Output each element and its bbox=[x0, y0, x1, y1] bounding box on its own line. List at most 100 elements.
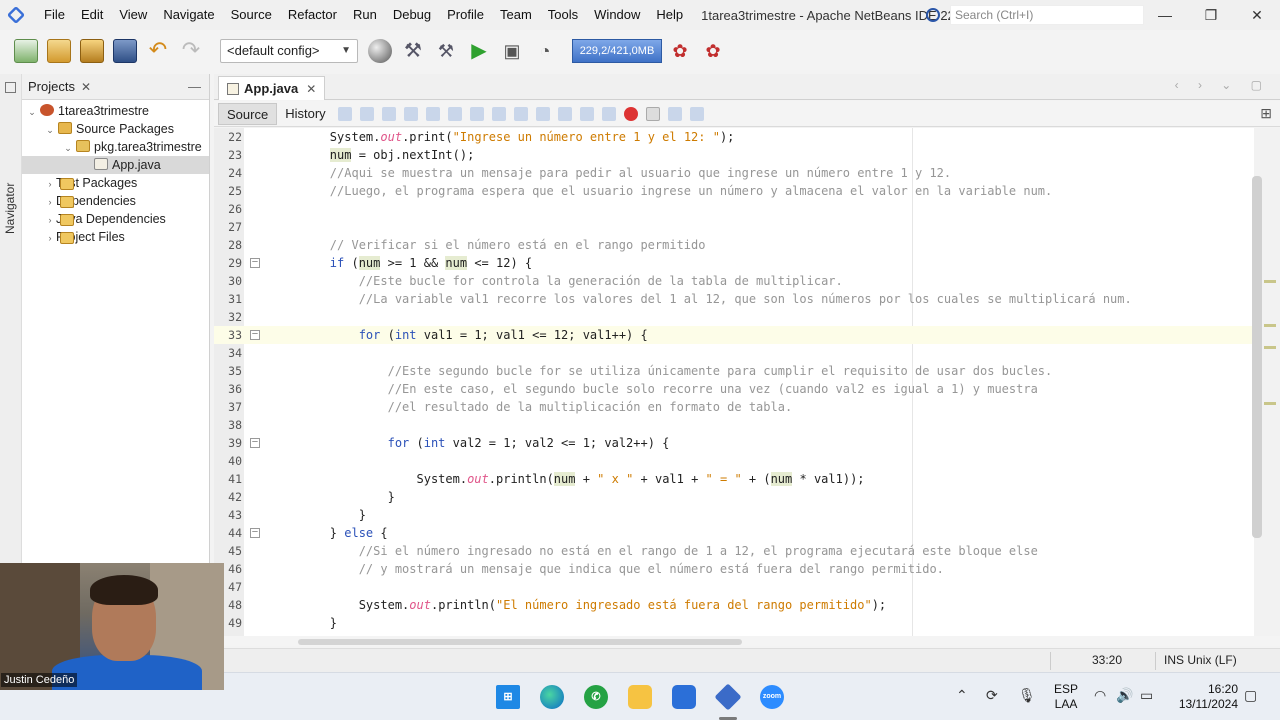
error-stripe-mark[interactable] bbox=[1264, 346, 1276, 349]
comment-icon[interactable] bbox=[667, 106, 682, 121]
find-next-icon[interactable] bbox=[447, 106, 462, 121]
code-line[interactable]: 34 bbox=[214, 344, 1254, 362]
tree-node[interactable]: ⌄ Source Packages bbox=[22, 120, 209, 138]
profile-project-icon[interactable]: ◔ bbox=[533, 39, 557, 63]
code-line[interactable]: 42 } bbox=[214, 488, 1254, 506]
toggle-rectangular-selection-icon[interactable] bbox=[491, 106, 506, 121]
restore-window-icon[interactable] bbox=[5, 82, 16, 93]
code-line[interactable]: 33– for (int val1 = 1; val1 <= 12; val1+… bbox=[214, 326, 1254, 344]
expand-closed-icon[interactable]: › bbox=[44, 193, 56, 211]
menu-item-refactor[interactable]: Refactor bbox=[280, 0, 345, 30]
file-explorer-icon[interactable] bbox=[628, 685, 652, 709]
code-line[interactable]: 43 } bbox=[214, 506, 1254, 524]
shift-left-icon[interactable] bbox=[579, 106, 594, 121]
code-line[interactable]: 30 //Este bucle for controla la generaci… bbox=[214, 272, 1254, 290]
menu-item-source[interactable]: Source bbox=[223, 0, 280, 30]
stop-macro-icon[interactable] bbox=[645, 106, 660, 121]
zoom-icon[interactable]: zoom bbox=[760, 685, 784, 709]
code-line[interactable]: 27 bbox=[214, 218, 1254, 236]
tab-app-java[interactable]: App.java ✕ bbox=[218, 76, 326, 100]
tree-node[interactable]: › Java Dependencies bbox=[22, 210, 209, 228]
horizontal-scrollbar-thumb[interactable] bbox=[298, 639, 742, 645]
error-stripe-mark[interactable] bbox=[1264, 280, 1276, 283]
volume-icon[interactable]: 🔊 bbox=[1116, 687, 1133, 704]
record-macro-icon[interactable] bbox=[623, 106, 638, 121]
code-line[interactable]: 36 //En este caso, el segundo bucle solo… bbox=[214, 380, 1254, 398]
vertical-scrollbar-thumb[interactable] bbox=[1252, 176, 1262, 538]
new-project-icon[interactable] bbox=[47, 39, 71, 63]
tree-node[interactable]: App.java bbox=[22, 156, 209, 174]
menu-item-run[interactable]: Run bbox=[345, 0, 385, 30]
next-bookmark-icon[interactable] bbox=[535, 106, 550, 121]
code-line[interactable]: 22 System.out.print("Ingrese un número e… bbox=[214, 128, 1254, 146]
code-line[interactable]: 46 // y mostrará un mensaje que indica q… bbox=[214, 560, 1254, 578]
gc-icon[interactable]: ✿ bbox=[668, 39, 692, 63]
menu-item-edit[interactable]: Edit bbox=[73, 0, 111, 30]
uncomment-icon[interactable] bbox=[689, 106, 704, 121]
menu-item-tools[interactable]: Tools bbox=[540, 0, 586, 30]
close-icon[interactable]: ✕ bbox=[1234, 0, 1280, 30]
close-icon[interactable]: ✕ bbox=[81, 80, 91, 94]
history-tab[interactable]: History bbox=[277, 103, 333, 125]
code-line[interactable]: 31 //La variable val1 recorre los valore… bbox=[214, 290, 1254, 308]
menu-item-help[interactable]: Help bbox=[648, 0, 691, 30]
menu-item-debug[interactable]: Debug bbox=[385, 0, 439, 30]
code-line[interactable]: 28 // Verificar si el número está en el … bbox=[214, 236, 1254, 254]
shift-right-icon[interactable] bbox=[601, 106, 616, 121]
forward-icon[interactable] bbox=[381, 106, 396, 121]
code-line[interactable]: 23 num = obj.nextInt(); bbox=[214, 146, 1254, 164]
code-line[interactable]: 29– if (num >= 1 && num <= 12) { bbox=[214, 254, 1254, 272]
fold-collapse-icon[interactable]: – bbox=[250, 438, 260, 448]
tree-node[interactable]: › Test Packages bbox=[22, 174, 209, 192]
new-file-icon[interactable] bbox=[14, 39, 38, 63]
run-project-icon[interactable]: ▶ bbox=[467, 39, 491, 63]
menu-item-profile[interactable]: Profile bbox=[439, 0, 492, 30]
menu-item-team[interactable]: Team bbox=[492, 0, 540, 30]
microphone-icon[interactable]: 🎙 bbox=[1018, 687, 1036, 704]
code-line[interactable]: 32 bbox=[214, 308, 1254, 326]
build-hammer-icon[interactable]: ⚒ bbox=[401, 39, 425, 63]
source-tab[interactable]: Source bbox=[218, 102, 278, 125]
expand-open-icon[interactable]: ⌄ bbox=[26, 103, 38, 121]
error-stripe-mark[interactable] bbox=[1264, 402, 1276, 405]
code-editor[interactable]: 22 System.out.print("Ingrese un número e… bbox=[214, 128, 1254, 636]
last-edit-icon[interactable] bbox=[337, 106, 352, 121]
projects-tab[interactable]: Projects ✕ — bbox=[22, 74, 209, 100]
code-line[interactable]: 44– } else { bbox=[214, 524, 1254, 542]
code-line[interactable]: 40 bbox=[214, 452, 1254, 470]
menu-item-view[interactable]: View bbox=[111, 0, 155, 30]
minimize-panel-icon[interactable]: — bbox=[188, 79, 201, 94]
tree-node[interactable]: ⌄ pkg.tarea3trimestre bbox=[22, 138, 209, 156]
find-previous-icon[interactable] bbox=[425, 106, 440, 121]
code-line[interactable]: 48 System.out.println("El número ingresa… bbox=[214, 596, 1254, 614]
code-line[interactable]: 37 //el resultado de la multiplicación e… bbox=[214, 398, 1254, 416]
menu-item-navigate[interactable]: Navigate bbox=[155, 0, 222, 30]
wifi-icon[interactable]: ◠ bbox=[1094, 687, 1106, 704]
gc-snapshot-icon[interactable]: ✿ bbox=[701, 39, 725, 63]
code-line[interactable]: 49 } bbox=[214, 614, 1254, 632]
find-icon[interactable] bbox=[403, 106, 418, 121]
search-input[interactable]: Search (Ctrl+I) bbox=[950, 5, 1144, 25]
clean-build-icon[interactable]: ⚒ bbox=[434, 39, 458, 63]
language-indicator[interactable]: ESP LAA bbox=[1054, 682, 1078, 712]
code-line[interactable]: 24 //Aqui se muestra un mensaje para ped… bbox=[214, 164, 1254, 182]
minimize-icon[interactable]: — bbox=[1142, 0, 1188, 30]
tree-node[interactable]: ⌄ 1tarea3trimestre bbox=[22, 102, 209, 120]
tab-navigation[interactable]: ‹ › ⌄ ▢ bbox=[1175, 78, 1270, 92]
expand-open-icon[interactable]: ⌄ bbox=[62, 139, 74, 157]
config-select[interactable]: <default config> ▼ bbox=[220, 39, 358, 63]
whatsapp-icon[interactable]: ✆ bbox=[584, 685, 608, 709]
memory-indicator[interactable]: 229,2/421,0MB bbox=[572, 39, 662, 63]
clock[interactable]: 16:20 13/11/2024 bbox=[1170, 682, 1238, 712]
menu-item-window[interactable]: Window bbox=[586, 0, 648, 30]
microsoft-store-icon[interactable] bbox=[672, 685, 696, 709]
code-line[interactable]: 47 bbox=[214, 578, 1254, 596]
expand-closed-icon[interactable]: › bbox=[44, 175, 56, 193]
battery-icon[interactable]: ▭ bbox=[1140, 687, 1153, 704]
sync-icon[interactable]: ⟳ bbox=[986, 687, 998, 704]
fold-collapse-icon[interactable]: – bbox=[250, 330, 260, 340]
menu-item-file[interactable]: File bbox=[36, 0, 73, 30]
close-icon[interactable]: ✕ bbox=[306, 82, 316, 96]
code-line[interactable]: 45 //Si el número ingresado no está en e… bbox=[214, 542, 1254, 560]
debug-project-icon[interactable]: ▣ bbox=[500, 39, 524, 63]
